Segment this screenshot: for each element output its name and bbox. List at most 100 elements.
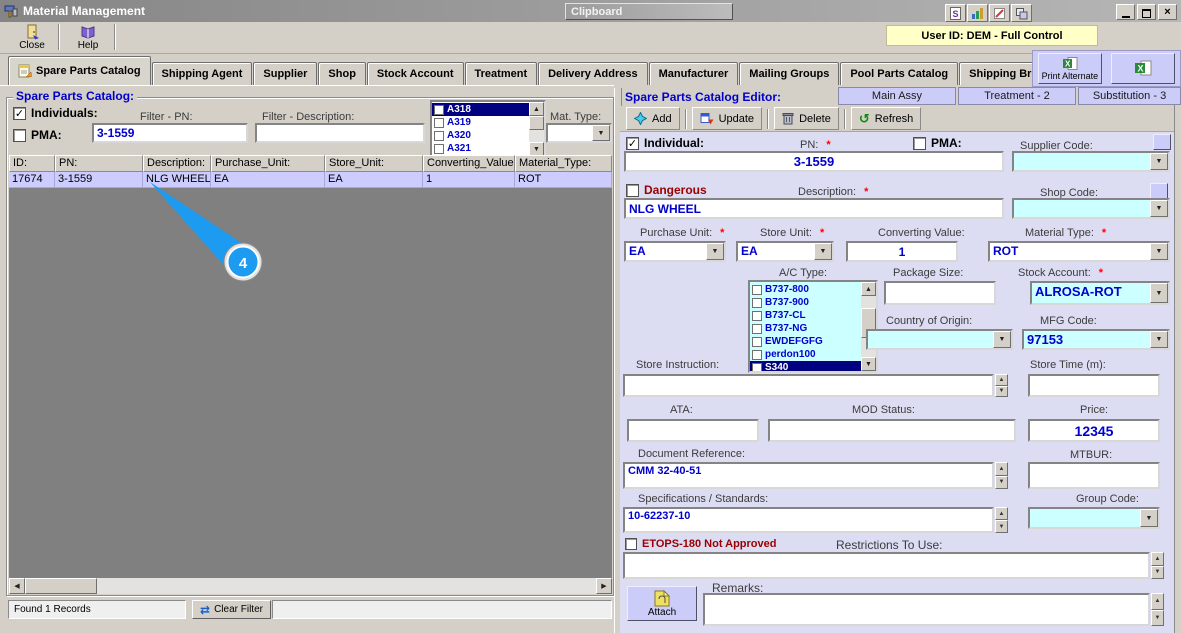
material-type-combo[interactable]: ROT ▼ <box>988 241 1170 262</box>
list-item[interactable]: A321 <box>432 142 529 155</box>
chart-toolbar-button[interactable] <box>967 4 988 22</box>
excel-export-button[interactable]: X <box>1111 53 1176 84</box>
spinner-down-icon[interactable]: ▼ <box>995 475 1008 489</box>
spinner-down-icon[interactable]: ▼ <box>1151 609 1164 626</box>
restrictions-input[interactable] <box>623 552 1150 579</box>
column-header[interactable]: Material_Type: <box>515 155 612 172</box>
spinner-up-icon[interactable]: ▲ <box>1151 552 1164 566</box>
item-checkbox[interactable] <box>752 310 762 321</box>
item-checkbox[interactable] <box>752 349 762 360</box>
individual-checkbox[interactable]: ✓ <box>626 136 639 150</box>
etops-checkbox[interactable] <box>625 538 637 550</box>
ata-input[interactable] <box>627 419 759 442</box>
column-header[interactable]: PN: <box>55 155 143 172</box>
dropdown-arrow-icon[interactable]: ▼ <box>706 243 724 260</box>
document-s-toolbar-button[interactable]: S <box>945 4 966 22</box>
close-button[interactable]: Close <box>8 23 56 51</box>
spinner-down-icon[interactable]: ▼ <box>1151 565 1164 579</box>
tab-shop[interactable]: Shop <box>318 62 366 85</box>
editor-tab-treatment-2[interactable]: Treatment - 2 <box>958 87 1076 105</box>
list-item[interactable]: B737-NG <box>750 322 861 335</box>
dropdown-arrow-icon[interactable]: ▼ <box>993 331 1011 348</box>
tab-pool-parts-catalog[interactable]: Pool Parts Catalog <box>840 62 959 85</box>
update-button[interactable]: Update <box>691 107 763 130</box>
list-item[interactable]: A320 <box>432 129 529 142</box>
mfg-code-combo[interactable]: 97153 ▼ <box>1022 329 1170 350</box>
tab-delivery-address[interactable]: Delivery Address <box>538 62 648 85</box>
item-checkbox[interactable] <box>752 284 762 295</box>
list-item[interactable]: A319 <box>432 116 529 129</box>
scrollbar-thumb[interactable] <box>25 578 97 594</box>
column-header[interactable]: Converting_Value: <box>423 155 515 172</box>
tab-stock-account[interactable]: Stock Account <box>366 62 464 85</box>
ac-type-listbox[interactable]: B737-800 B737-900 B737-CL B737-NG EWDEFG… <box>748 280 878 373</box>
scroll-up-icon[interactable]: ▲ <box>861 282 876 296</box>
list-item[interactable]: B737-800 <box>750 283 861 296</box>
delete-button[interactable]: Delete <box>774 107 839 130</box>
supplier-code-aux-button[interactable] <box>1153 134 1171 150</box>
item-checkbox[interactable] <box>434 104 444 115</box>
document-reference-input[interactable]: CMM 32-40-51 <box>623 462 994 489</box>
spinner-up-icon[interactable]: ▲ <box>995 507 1008 520</box>
scroll-down-icon[interactable]: ▼ <box>861 357 876 371</box>
shop-code-aux-button[interactable] <box>1150 183 1168 199</box>
minimize-button[interactable] <box>1116 4 1135 20</box>
dropdown-arrow-icon[interactable]: ▼ <box>1140 509 1158 527</box>
clear-filter-button[interactable]: ⇄ Clear Filter <box>192 600 271 619</box>
dropdown-arrow-icon[interactable]: ▼ <box>1150 331 1168 348</box>
scroll-down-icon[interactable]: ▼ <box>529 142 544 156</box>
stock-account-combo[interactable]: ALROSA-ROT ▼ <box>1030 281 1170 305</box>
spinner-down-icon[interactable]: ▼ <box>995 385 1008 397</box>
remarks-input[interactable] <box>703 593 1150 626</box>
mod-status-input[interactable] <box>768 419 1016 442</box>
editor-tab-main-assy[interactable]: Main Assy <box>838 87 956 105</box>
close-window-button[interactable]: × <box>1158 4 1177 20</box>
scrollbar-thumb[interactable] <box>529 116 544 130</box>
column-header[interactable]: Store_Unit: <box>325 155 423 172</box>
dropdown-arrow-icon[interactable]: ▼ <box>1150 283 1168 303</box>
spinner-down-icon[interactable]: ▼ <box>995 520 1008 533</box>
specifications-input[interactable]: 10-62237-10 <box>623 507 994 533</box>
list-item[interactable]: S340 <box>750 361 861 371</box>
item-checkbox[interactable] <box>752 362 762 371</box>
scrollbar-track[interactable] <box>97 578 596 594</box>
item-checkbox[interactable] <box>752 297 762 308</box>
edit-form-toolbar-button[interactable] <box>989 4 1010 22</box>
clipboard-window-titlebar[interactable]: Clipboard <box>565 3 733 20</box>
store-instruction-input[interactable] <box>623 374 994 397</box>
country-of-origin-combo[interactable]: ▼ <box>866 329 1013 350</box>
dropdown-arrow-icon[interactable]: ▼ <box>814 243 832 260</box>
scroll-up-icon[interactable]: ▲ <box>529 102 544 116</box>
mtbur-input[interactable] <box>1028 462 1160 489</box>
column-header[interactable]: Purchase_Unit: <box>211 155 325 172</box>
item-checkbox[interactable] <box>434 117 444 128</box>
restore-button[interactable] <box>1137 4 1156 20</box>
dropdown-arrow-icon[interactable]: ▼ <box>1150 200 1168 217</box>
dropdown-arrow-icon[interactable]: ▼ <box>592 125 610 141</box>
spinner-up-icon[interactable]: ▲ <box>1151 593 1164 610</box>
list-item[interactable]: B737-900 <box>750 296 861 309</box>
dropdown-arrow-icon[interactable]: ▼ <box>1150 243 1168 260</box>
dangerous-checkbox[interactable] <box>626 183 639 197</box>
price-input[interactable] <box>1028 419 1160 442</box>
mat-type-combo[interactable]: ▼ <box>546 123 612 143</box>
tab-treatment[interactable]: Treatment <box>464 62 538 85</box>
individuals-checkbox[interactable]: ✓ <box>13 106 26 120</box>
spinner-up-icon[interactable]: ▲ <box>995 374 1008 386</box>
converting-value-input[interactable] <box>846 241 958 262</box>
column-header[interactable]: ID: <box>9 155 55 172</box>
list-item[interactable]: EWDEFGFG <box>750 335 861 348</box>
print-alternate-button[interactable]: X Print Alternate <box>1037 53 1103 84</box>
list-item[interactable]: perdon100 <box>750 348 861 361</box>
item-checkbox[interactable] <box>434 130 444 141</box>
description-input[interactable] <box>624 198 1004 219</box>
item-checkbox[interactable] <box>434 143 444 154</box>
help-button[interactable]: Help <box>64 23 112 51</box>
ac-type-scrollbar[interactable]: ▲ ▼ <box>861 282 876 371</box>
list-item[interactable]: A318 <box>432 103 529 116</box>
add-button[interactable]: Add <box>626 107 680 130</box>
filter-pn-input[interactable] <box>92 123 248 143</box>
filter-description-input[interactable] <box>255 123 425 143</box>
pn-input[interactable] <box>624 151 1004 172</box>
ac-filter-scrollbar[interactable]: ▲ ▼ <box>529 102 544 156</box>
